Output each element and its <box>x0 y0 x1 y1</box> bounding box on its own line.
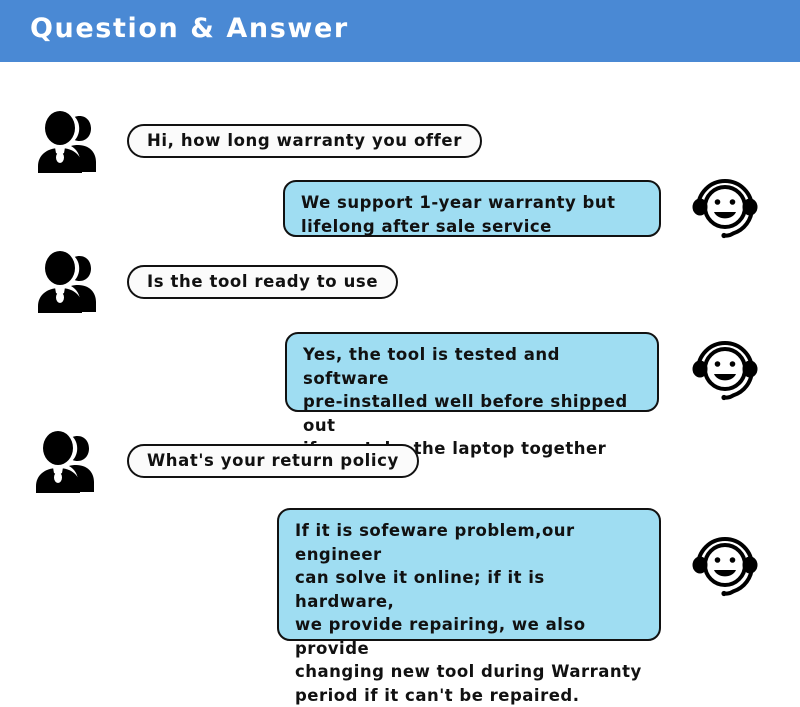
page-header: Question & Answer <box>0 0 800 62</box>
question-bubble: Is the tool ready to use <box>127 265 399 299</box>
headset-smiley-icon <box>686 336 764 404</box>
question-bubble: Hi, how long warranty you offer <box>127 124 482 158</box>
page-title: Question & Answer <box>30 13 349 44</box>
headset-smiley-icon <box>686 174 764 242</box>
answer-bubble: We support 1-year warranty but lifelong … <box>283 180 661 237</box>
headset-smiley-icon <box>686 532 764 600</box>
users-icon <box>20 104 102 176</box>
users-icon <box>20 244 102 316</box>
answer-bubble: If it is sofeware problem,our engineer c… <box>277 508 661 705</box>
question-bubble: What's your return policy <box>127 444 419 478</box>
qa-page: Question & Answer Hi, how long warranty … <box>0 0 800 705</box>
answer-bubble: Yes, the tool is tested and software pre… <box>285 332 659 458</box>
users-icon <box>18 424 100 496</box>
